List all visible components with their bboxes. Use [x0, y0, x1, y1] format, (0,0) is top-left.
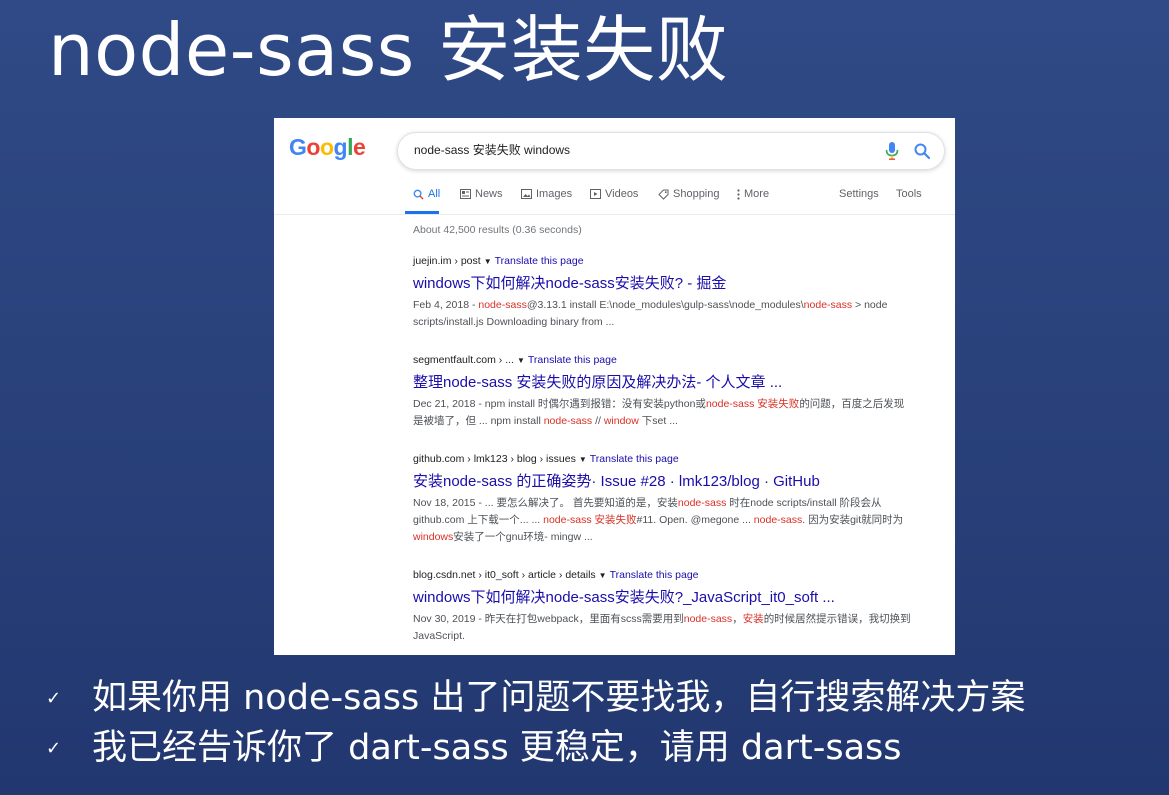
- result-url[interactable]: juejin.im › post: [413, 255, 481, 267]
- result-breadcrumb: juejin.im › post ▼ Translate this page: [413, 254, 913, 269]
- snippet-text: Dec 21, 2018 - npm install 时偶尔遇到报错：没有安装p…: [413, 398, 706, 410]
- logo-letter: e: [352, 134, 366, 160]
- result-breadcrumb: github.com › lmk123 › blog › issues ▼ Tran…: [413, 452, 913, 467]
- result-title[interactable]: 安装node-sass 的正确姿势· Issue #28 · lmk123/bl…: [413, 471, 913, 493]
- tag-icon: [658, 189, 669, 200]
- search-box[interactable]: [397, 132, 945, 170]
- snippet-text: Nov 30, 2019 - 昨天在打包webpack，里面有scss需要用到: [413, 613, 684, 625]
- translate-link[interactable]: Translate this page: [590, 453, 679, 465]
- bullet-item: ✓ 我已经告诉你了 dart-sass 更稳定，请用 dart-sass: [46, 724, 902, 772]
- translate-link[interactable]: Translate this page: [495, 255, 584, 267]
- active-tab-indicator: [405, 211, 439, 214]
- result-title[interactable]: 整理node-sass 安装失败的原因及解决办法- 个人文章 ...: [413, 372, 913, 394]
- result-snippet: Nov 30, 2019 - 昨天在打包webpack，里面有scss需要用到n…: [413, 611, 913, 645]
- highlighted-term: node-sass 安装失败: [705, 398, 800, 410]
- snippet-text: . 因为安装git就同时为: [802, 514, 904, 526]
- tab-images[interactable]: Images: [521, 188, 572, 200]
- highlighted-term: window: [603, 415, 639, 427]
- dropdown-triangle-icon[interactable]: ▼: [599, 571, 607, 580]
- highlighted-term: node-sass 安装失败: [543, 514, 637, 526]
- highlighted-term: windows: [413, 531, 454, 543]
- logo-letter: g: [333, 134, 348, 160]
- tab-label: Videos: [605, 188, 639, 200]
- result-url[interactable]: github.com › lmk123 › blog › issues: [413, 453, 576, 465]
- slide-title: node-sass 安装失败: [48, 8, 729, 92]
- tab-label: More: [744, 188, 770, 200]
- highlighted-term: node-sass: [753, 514, 803, 526]
- result-snippet: Feb 4, 2018 - node-sass@3.13.1 install E…: [413, 297, 913, 331]
- result-url[interactable]: blog.csdn.net › it0_soft › article › det…: [413, 569, 596, 581]
- tab-more[interactable]: More: [737, 188, 769, 200]
- highlighted-term: node-sass: [683, 613, 733, 625]
- snippet-text: 安装了一个gnu环境- mingw ...: [453, 531, 593, 543]
- translate-link[interactable]: Translate this page: [610, 569, 699, 581]
- snippet-text: Feb 4, 2018 -: [413, 299, 479, 311]
- bullet-text: 我已经告诉你了 dart-sass 更稳定，请用 dart-sass: [92, 728, 902, 768]
- highlighted-term: node-sass: [543, 415, 593, 427]
- tab-label: News: [475, 188, 503, 200]
- logo-letter: G: [289, 134, 307, 160]
- search-tabs: All News Images Videos Shopping More Set…: [274, 180, 955, 215]
- tab-videos[interactable]: Videos: [590, 188, 638, 200]
- checkmark-icon: ✓: [46, 687, 62, 709]
- search-icon[interactable]: [913, 142, 931, 160]
- tools-link[interactable]: Tools: [896, 188, 922, 200]
- tab-label: Shopping: [673, 188, 720, 200]
- tab-label: All: [428, 188, 441, 200]
- bullet-text: 如果你用 node-sass 出了问题不要找我，自行搜索解决方案: [92, 678, 1026, 718]
- search-input[interactable]: [414, 142, 854, 156]
- result-title[interactable]: windows下如何解决node-sass安装失败?_JavaScript_it…: [413, 587, 913, 609]
- bullet-item: ✓ 如果你用 node-sass 出了问题不要找我，自行搜索解决方案: [46, 674, 1025, 722]
- tab-shopping[interactable]: Shopping: [658, 188, 720, 200]
- video-icon: [590, 189, 601, 199]
- snippet-text: @3.13.1 install E:\node_modules\gulp-sas…: [526, 299, 804, 311]
- logo-letter: o: [319, 134, 334, 160]
- dropdown-triangle-icon[interactable]: ▼: [484, 257, 492, 266]
- highlighted-term: node-sass: [677, 497, 727, 509]
- more-icon: [737, 188, 740, 200]
- checkmark-icon: ✓: [46, 737, 62, 759]
- tab-label: Images: [536, 188, 573, 200]
- search-icon: [413, 189, 424, 200]
- settings-link[interactable]: Settings: [839, 188, 879, 200]
- dropdown-triangle-icon[interactable]: ▼: [579, 455, 587, 464]
- result-breadcrumb: segmentfault.com › ... ▼ Translate this pa…: [413, 353, 913, 368]
- snippet-text: ，: [732, 613, 743, 625]
- search-result: juejin.im › post ▼ Translate this page win…: [413, 254, 913, 331]
- highlighted-term: node-sass: [803, 299, 853, 311]
- tab-all[interactable]: All: [413, 188, 440, 200]
- snippet-text: //: [592, 415, 604, 427]
- image-icon: [521, 189, 532, 199]
- logo-letter: o: [306, 134, 320, 160]
- google-logo[interactable]: Google: [289, 134, 366, 161]
- settings-label: Settings: [839, 188, 879, 200]
- snippet-text: #11. Open. @megone ...: [636, 514, 754, 526]
- microphone-icon[interactable]: [884, 141, 900, 161]
- highlighted-term: 安装: [742, 613, 764, 625]
- translate-link[interactable]: Translate this page: [528, 354, 617, 366]
- dropdown-triangle-icon[interactable]: ▼: [517, 356, 525, 365]
- search-result: blog.csdn.net › it0_soft › article › det…: [413, 568, 913, 645]
- tab-news[interactable]: News: [460, 188, 503, 200]
- search-result: github.com › lmk123 › blog › issues ▼ Tran…: [413, 452, 913, 546]
- result-stats: About 42,500 results (0.36 seconds): [413, 224, 582, 236]
- news-icon: [460, 189, 471, 199]
- tools-label: Tools: [896, 188, 922, 200]
- google-search-screenshot: Google All News Images Videos: [274, 118, 955, 655]
- snippet-text: Nov 18, 2015 - ... 要怎么解决了。 首先要知道的是，安装: [413, 497, 678, 509]
- search-result: segmentfault.com › ... ▼ Translate this pa…: [413, 353, 913, 430]
- result-title[interactable]: windows下如何解决node-sass安装失败? - 掘金: [413, 273, 913, 295]
- snippet-text: 下set ...: [638, 415, 678, 427]
- result-url[interactable]: segmentfault.com › ...: [413, 354, 514, 366]
- result-snippet: Nov 18, 2015 - ... 要怎么解决了。 首先要知道的是，安装nod…: [413, 495, 913, 546]
- highlighted-term: node-sass: [478, 299, 527, 311]
- result-breadcrumb: blog.csdn.net › it0_soft › article › det…: [413, 568, 913, 583]
- result-snippet: Dec 21, 2018 - npm install 时偶尔遇到报错：没有安装p…: [413, 396, 913, 430]
